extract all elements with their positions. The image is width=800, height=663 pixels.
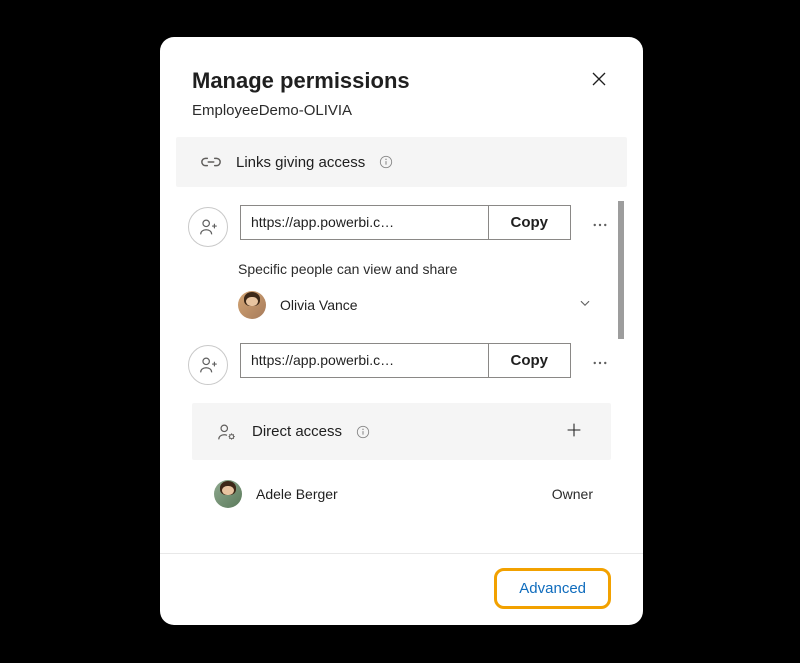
link-content: https://app.powerbi.c… Copy <box>240 205 571 240</box>
link-row: https://app.powerbi.c… Copy <box>176 339 627 385</box>
dialog-title: Manage permissions <box>192 68 410 94</box>
dialog-footer: Advanced <box>160 553 643 625</box>
links-section-title: Links giving access <box>236 154 365 171</box>
more-options-button[interactable] <box>583 350 609 379</box>
person-add-icon <box>188 207 228 247</box>
person-name: Adele Berger <box>256 486 538 502</box>
direct-access-person[interactable]: Adele Berger Owner <box>176 466 627 512</box>
avatar <box>214 480 242 508</box>
link-content: https://app.powerbi.c… Copy <box>240 343 571 378</box>
links-scroll-area: https://app.powerbi.c… Copy Specific peo… <box>160 201 643 539</box>
person-add-icon <box>188 345 228 385</box>
direct-access-title: Direct access <box>252 423 342 440</box>
add-direct-access-button[interactable] <box>561 417 587 446</box>
link-url-row: https://app.powerbi.c… Copy <box>240 343 571 378</box>
close-icon <box>591 75 607 90</box>
scrollbar[interactable] <box>618 201 624 339</box>
info-icon[interactable] <box>356 425 370 439</box>
person-name: Olivia Vance <box>280 297 565 313</box>
info-icon[interactable] <box>379 155 393 169</box>
person-settings-icon <box>216 421 238 443</box>
manage-permissions-dialog: Manage permissions EmployeeDemo-OLIVIA L… <box>160 37 643 625</box>
close-button[interactable] <box>587 67 611 94</box>
link-url-row: https://app.powerbi.c… Copy <box>240 205 571 240</box>
link-row: https://app.powerbi.c… Copy <box>176 201 627 247</box>
direct-access-header: Direct access <box>192 403 611 460</box>
more-icon <box>591 216 609 237</box>
copy-button[interactable]: Copy <box>489 343 572 378</box>
advanced-button[interactable]: Advanced <box>494 568 611 609</box>
links-section-header: Links giving access <box>176 137 627 187</box>
link-icon <box>200 151 222 173</box>
more-options-button[interactable] <box>583 212 609 241</box>
copy-button[interactable]: Copy <box>489 205 572 240</box>
plus-icon <box>565 421 583 442</box>
dialog-subtitle: EmployeeDemo-OLIVIA <box>160 102 643 119</box>
chevron-down-icon <box>579 296 591 314</box>
url-input[interactable]: https://app.powerbi.c… <box>240 205 489 240</box>
person-role: Owner <box>552 486 593 502</box>
direct-access-header-left: Direct access <box>216 421 370 443</box>
link-description: Specific people can view and share <box>176 251 627 287</box>
link-people-expand[interactable]: Olivia Vance <box>176 287 627 339</box>
url-input[interactable]: https://app.powerbi.c… <box>240 343 489 378</box>
avatar <box>238 291 266 319</box>
more-icon <box>591 354 609 375</box>
dialog-header: Manage permissions <box>160 67 643 94</box>
